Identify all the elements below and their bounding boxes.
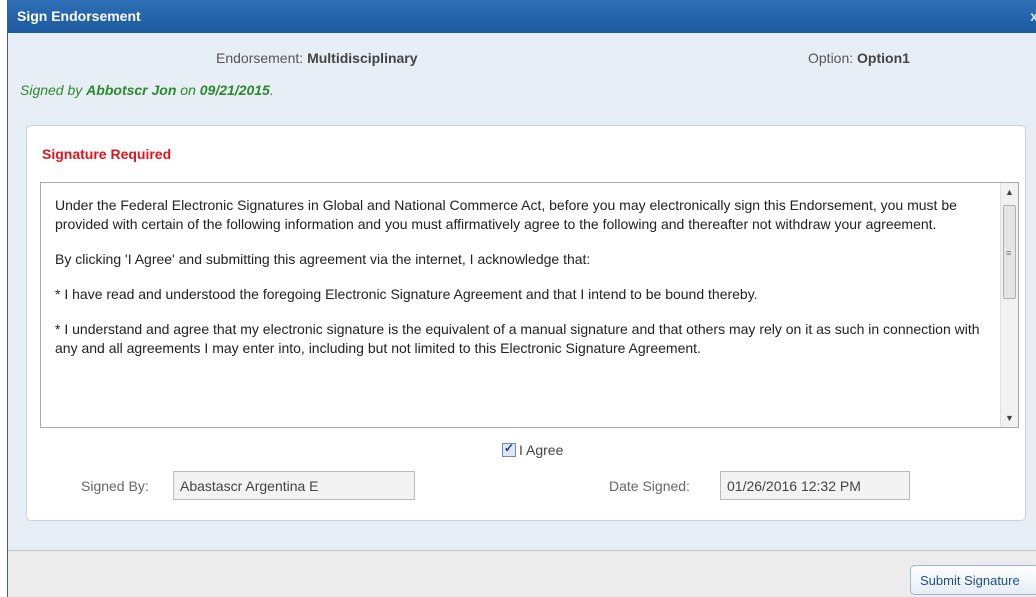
endorsement-label: Endorsement: (216, 50, 304, 66)
scroll-thumb[interactable]: ≡ (1003, 205, 1016, 299)
signed-note-date: 09/21/2015 (199, 82, 270, 98)
signature-panel: Signature Required Under the Federal Ele… (26, 125, 1026, 521)
signed-note-on: on (180, 82, 196, 98)
signed-note-name: Abbotscr Jon (86, 82, 177, 98)
dialog-title: Sign Endorsement (17, 8, 141, 24)
option-info: Option: Option1 (808, 50, 910, 66)
signed-note-prefix: Signed by (20, 82, 83, 98)
dialog-footer: Submit Signature (8, 550, 1036, 597)
option-value: Option1 (857, 50, 910, 66)
scroll-up-arrow-icon[interactable]: ▲ (1005, 187, 1014, 197)
scroll-down-arrow-icon[interactable]: ▼ (1005, 413, 1014, 423)
agree-row[interactable]: ✓ I Agree (502, 441, 563, 458)
signed-by-field[interactable]: Abastascr Argentina E (173, 471, 415, 500)
signed-by-label: Signed By: (81, 478, 149, 494)
signature-required-heading: Signature Required (42, 146, 172, 162)
agreement-paragraph: * I understand and agree that my electro… (55, 321, 980, 356)
close-icon[interactable]: x (1030, 8, 1036, 24)
submit-signature-button[interactable]: Submit Signature (910, 565, 1036, 595)
dialog-titlebar[interactable]: Sign Endorsement x (8, 0, 1036, 33)
option-label: Option: (808, 50, 854, 66)
endorsement-value: Multidisciplinary (307, 50, 418, 66)
agreement-paragraph: By clicking 'I Agree' and submitting thi… (55, 251, 591, 267)
signed-note: Signed by Abbotscr Jon on 09/21/2015. (20, 82, 274, 98)
agreement-text: Under the Federal Electronic Signatures … (55, 196, 990, 374)
agreement-textbox[interactable]: Under the Federal Electronic Signatures … (40, 182, 1019, 428)
check-icon: ✓ (504, 441, 515, 455)
agree-label[interactable]: I Agree (519, 442, 563, 458)
date-signed-label: Date Signed: (609, 478, 690, 494)
agreement-paragraph: * I have read and understood the foregoi… (55, 286, 758, 302)
agree-checkbox[interactable]: ✓ (502, 441, 516, 457)
sign-endorsement-dialog: Sign Endorsement x Endorsement: Multidis… (7, 0, 1036, 597)
scroll-grip-icon: ≡ (1006, 248, 1012, 258)
agreement-scrollbar[interactable]: ▲ ≡ ▼ (1000, 183, 1018, 427)
signed-note-suffix: . (269, 82, 274, 98)
endorsement-info: Endorsement: Multidisciplinary (216, 50, 418, 66)
date-signed-field[interactable]: 01/26/2016 12:32 PM (720, 471, 910, 500)
agreement-paragraph: Under the Federal Electronic Signatures … (55, 197, 957, 232)
